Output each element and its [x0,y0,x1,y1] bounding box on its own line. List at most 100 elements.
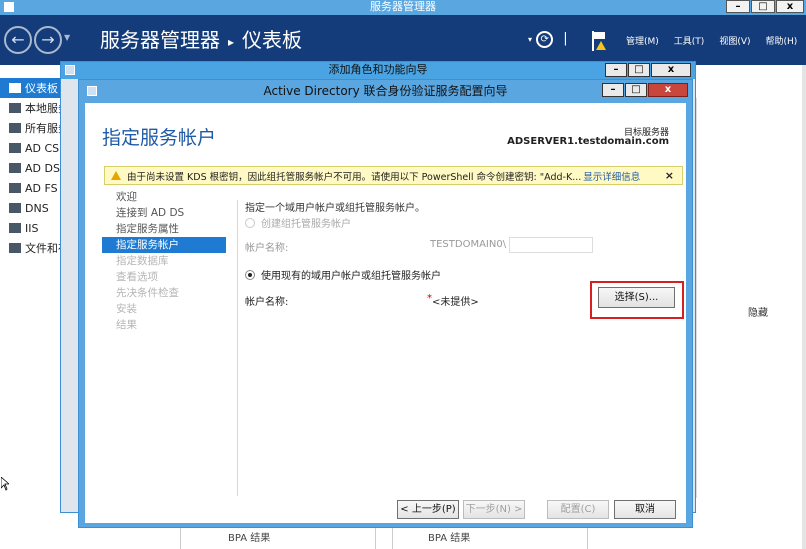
bpa-results-left[interactable]: BPA 结果 [228,529,270,544]
ad-cs-icon [9,143,21,153]
menu-manage[interactable]: 管理(M) [626,34,659,47]
step-install: 安装 [116,303,137,315]
add-roles-wizard-titlebar: 添加角色和功能向导 – □ x [61,62,695,79]
step-welcome[interactable]: 欢迎 [102,189,226,205]
cancel-button[interactable]: 取消 [614,500,676,519]
create-account-name-label: 帐户名称: [245,243,289,254]
step-results: 结果 [116,319,137,331]
ad-ds-icon [9,163,21,173]
mouse-cursor-icon [1,477,9,491]
step-connect-ad-ds[interactable]: 连接到 AD DS [102,205,226,221]
close-button[interactable]: x [648,83,688,97]
toolbar-divider: | [563,31,568,46]
server-manager-window-controls: – □ x [726,0,804,13]
wizard-steps-list: 欢迎 连接到 AD DS 指定服务属性 指定服务帐户 指定数据库 查看选项 先决… [102,189,226,333]
back-arrow-icon[interactable]: ← [4,26,32,54]
nav-item-dashboard[interactable]: 仪表板 [0,78,62,98]
server-manager-titlebar: 服务器管理器 – □ x [0,0,806,15]
warning-text: 由于尚未设置 KDS 根密钥，因此组托管服务帐户不可用。请使用以下 PowerS… [127,171,582,183]
nav-item-ad-cs[interactable]: AD CS [0,138,62,158]
existing-account-name-value: <未提供> [432,297,479,308]
nav-item-all-servers[interactable]: 所有服务器 [0,118,62,138]
nav-item-ad-ds[interactable]: AD DS [0,158,62,178]
close-button[interactable]: x [651,63,691,77]
minimize-button[interactable]: – [602,83,624,97]
destination-server-value: ADSERVER1.testdomain.com [507,136,669,147]
adfs-window-controls: – □ x [602,83,688,97]
bpa-results-right[interactable]: BPA 结果 [428,529,470,544]
breadcrumb: 服务器管理器 ▸ 仪表板 [100,27,302,55]
warning-icon [111,171,121,180]
minimize-button[interactable]: – [605,63,627,77]
nav-item-iis[interactable]: IIS [0,218,62,238]
nav-item-ad-fs[interactable]: AD FS [0,178,62,198]
hide-link[interactable]: 隐藏 [748,304,768,319]
iis-icon [9,223,21,233]
wizard-app-icon [65,65,75,75]
menu-view[interactable]: 视图(V) [719,34,750,47]
create-account-name-input [509,237,593,253]
forward-arrow-icon[interactable]: → [34,26,62,54]
adfs-wizard-body: 指定服务帐户 目标服务器 ADSERVER1.testdomain.com 由于… [85,103,686,523]
file-storage-icon [9,243,21,253]
kds-warning-banner: 由于尚未设置 KDS 根密钥，因此组托管服务帐户不可用。请使用以下 PowerS… [104,166,683,185]
dns-icon [9,203,21,213]
server-manager-window-title: 服务器管理器 [370,0,436,13]
instruction-text: 指定一个域用户帐户或组托管服务帐户。 [245,203,425,214]
step-service-properties[interactable]: 指定服务属性 [102,221,226,237]
vertical-scrollbar[interactable] [802,65,806,549]
notifications-flag-icon[interactable] [590,31,606,51]
menu-tools[interactable]: 工具(T) [674,34,705,47]
show-details-link[interactable]: 显示详细信息 [583,169,640,183]
dashboard-icon [9,83,21,93]
adfs-config-wizard-window: Active Directory 联合身份验证服务配置向导 – □ x 指定服务… [78,79,693,528]
radio-create-gmsa-label: 创建组托管服务帐户 [261,219,351,230]
nav-item-dns[interactable]: DNS [0,198,62,218]
select-account-button[interactable]: 选择(S)... [598,287,675,308]
servers-icon [9,123,21,133]
step-service-account[interactable]: 指定服务帐户 [102,237,226,253]
breadcrumb-separator-icon: ▸ [228,34,235,49]
steps-divider [237,200,238,496]
add-roles-window-controls: – □ x [605,63,691,77]
configure-button: 配置(C) [547,500,609,519]
nav-history-dropdown-icon[interactable]: ▼ [64,33,70,42]
radio-create-gmsa-button [245,217,255,228]
page-title: 指定服务帐户 [102,127,217,149]
server-manager-left-nav: 仪表板 本地服务器 所有服务器 AD CS AD DS AD FS DNS II… [0,78,62,478]
refresh-icon[interactable]: ⟳ [536,31,554,48]
maximize-button[interactable]: □ [628,63,650,77]
breadcrumb-page: 仪表板 [242,28,303,52]
menu-bar: 管理(M) 工具(T) 视图(V) 帮助(H) [626,34,797,47]
close-icon[interactable]: × [665,169,674,182]
create-account-domain-prefix: TESTDOMAIN0\ [430,239,507,250]
radio-use-existing-button[interactable] [245,269,255,280]
dashboard-right-panel [696,98,802,498]
breadcrumb-app: 服务器管理器 [100,28,220,52]
radio-create-gmsa: 创建组托管服务帐户 [245,215,351,230]
adfs-wizard-titlebar: Active Directory 联合身份验证服务配置向导 – □ x [79,80,692,103]
step-prereq-check: 先决条件检查 [116,287,179,299]
menu-help[interactable]: 帮助(H) [766,34,798,47]
add-roles-wizard-title: 添加角色和功能向导 [328,63,428,76]
minimize-button[interactable]: – [726,0,750,13]
ad-fs-icon [9,183,21,193]
existing-account-name-label: 帐户名称: [245,297,289,308]
refresh-area: ▾ ⟳ | [528,31,568,48]
maximize-button[interactable]: □ [751,0,775,13]
previous-button[interactable]: < 上一步(P) [397,500,459,519]
dropdown-chevron-icon[interactable]: ▾ [528,35,532,44]
server-icon [9,103,21,113]
adfs-wizard-title: Active Directory 联合身份验证服务配置向导 [263,84,508,98]
radio-use-existing-label[interactable]: 使用现有的域用户帐户或组托管服务帐户 [261,267,441,282]
radio-use-existing-account[interactable]: 使用现有的域用户帐户或组托管服务帐户 [245,267,441,282]
wizard-app-icon [87,86,97,96]
nav-item-local-server[interactable]: 本地服务器 [0,98,62,118]
step-review-options: 查看选项 [116,271,158,283]
close-button[interactable]: x [776,0,804,13]
nav-item-file-storage[interactable]: 文件和存储服务 [0,238,62,258]
next-button: 下一步(N) > [463,500,525,519]
step-database: 指定数据库 [116,255,169,267]
server-manager-toolbar: ← → ▼ 服务器管理器 ▸ 仪表板 ▾ ⟳ | 管理(M) 工具(T) 视图(V)… [0,15,806,65]
maximize-button[interactable]: □ [625,83,647,97]
